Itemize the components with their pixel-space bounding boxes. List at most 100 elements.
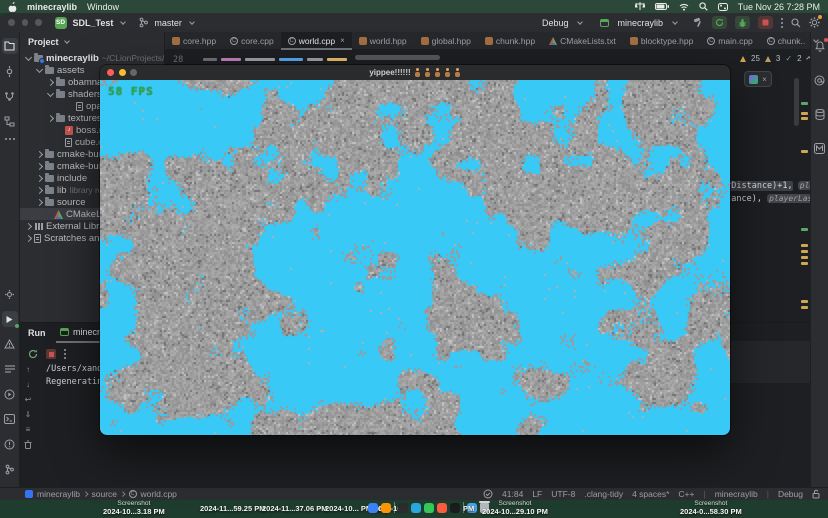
stop-button[interactable] (46, 349, 56, 359)
chevron-icon[interactable] (36, 174, 43, 181)
menubar-item-window[interactable]: Window (87, 2, 119, 12)
ai-assistant-widget[interactable]: × (744, 71, 772, 87)
stripe-mark[interactable] (801, 250, 808, 253)
lock-icon[interactable] (812, 489, 820, 499)
branch-selector[interactable]: master (154, 18, 182, 28)
battery-icon[interactable] (655, 3, 669, 10)
database-tool-icon[interactable] (812, 106, 828, 122)
resolve-context[interactable]: minecraylib (715, 489, 758, 499)
zoom-button[interactable] (130, 69, 137, 76)
breadcrumb-project[interactable]: minecraylib (37, 489, 80, 499)
stripe-mark[interactable] (801, 112, 808, 115)
control-center-icon[interactable] (718, 3, 728, 11)
balance-icon[interactable] (635, 2, 645, 11)
analysis-ok-icon[interactable] (483, 489, 493, 499)
tab-core-cpp[interactable]: C core.cpp (223, 32, 281, 50)
tab-cmakelists[interactable]: CMakeLists.txt (542, 32, 623, 50)
menubar-app-name[interactable]: minecraylib (27, 2, 77, 12)
more-actions-icon[interactable] (781, 22, 783, 24)
desktop-file-label[interactable]: Screenshot 2024-10...29.10 PM (482, 500, 548, 516)
chevron-icon[interactable] (47, 78, 54, 85)
encoding[interactable]: UTF-8 (551, 489, 575, 499)
clang-tidy[interactable]: .clang-tidy (584, 489, 623, 499)
soft-wrap-icon[interactable]: ↩ (25, 395, 32, 404)
dock-app-icon[interactable] (437, 503, 447, 513)
ai-assistant-tool-icon[interactable] (812, 72, 828, 88)
menubar-clock[interactable]: Tue Nov 26 7:28 PM (738, 2, 820, 12)
problems-tool-icon[interactable] (2, 336, 18, 352)
search-everywhere-icon[interactable] (791, 18, 801, 28)
dock-app-icon[interactable] (450, 503, 460, 513)
print-icon[interactable]: ≡ (26, 425, 31, 434)
close-icon[interactable]: × (340, 36, 345, 45)
window-zoom-button[interactable] (35, 19, 42, 26)
dock-finder-icon[interactable] (368, 503, 378, 513)
close-icon[interactable]: × (762, 75, 767, 84)
desktop-file-label[interactable]: Screenshot 2024-10...3.18 PM (103, 500, 165, 516)
commit-tool-icon[interactable] (2, 63, 18, 79)
caret-position[interactable]: 41:84 (502, 489, 523, 499)
stripe-mark[interactable] (801, 300, 808, 303)
breadcrumb-folder[interactable]: source (92, 489, 118, 499)
structure-tool-icon[interactable] (2, 113, 18, 129)
project-panel-header[interactable]: Project (20, 32, 164, 52)
rerun-button[interactable] (712, 16, 727, 29)
game-window[interactable]: yippee!!!!!! 58 FPS (100, 65, 730, 435)
stop-button[interactable] (758, 16, 773, 29)
terminal-tool-icon[interactable] (2, 411, 18, 427)
game-map-viewport[interactable] (100, 80, 730, 435)
settings-sync-icon[interactable] (2, 286, 18, 302)
notifications-tool-icon[interactable] (2, 436, 18, 452)
stripe-mark[interactable] (801, 117, 808, 120)
tab-main-cpp[interactable]: C main.cpp (700, 32, 760, 50)
dock-app-icon[interactable] (411, 503, 421, 513)
more-options-icon[interactable] (64, 353, 66, 355)
dock-app-icon[interactable] (424, 503, 434, 513)
desktop-file-label[interactable]: PM (463, 504, 474, 513)
chevron-icon[interactable] (47, 89, 54, 96)
settings-gear-icon[interactable] (809, 17, 820, 28)
dock-app-icon[interactable] (398, 503, 408, 513)
desktop-file-label[interactable]: 2024-11...37.06 PM (262, 504, 327, 513)
up-stack-trace-icon[interactable]: ↑ (26, 365, 30, 374)
breadcrumb-file[interactable]: world.cpp (141, 489, 177, 499)
build-hammer-icon[interactable] (693, 17, 704, 28)
stripe-mark[interactable] (801, 228, 808, 231)
build-mode[interactable]: Debug (778, 489, 803, 499)
minimize-button[interactable] (119, 69, 126, 76)
tab-world-hpp[interactable]: world.hpp (352, 32, 414, 50)
line-ending[interactable]: LF (532, 489, 542, 499)
stripe-mark[interactable] (801, 150, 808, 153)
tab-world-cpp[interactable]: C world.cpp × (281, 32, 352, 50)
down-stack-trace-icon[interactable]: ↓ (26, 380, 30, 389)
close-button[interactable] (107, 69, 114, 76)
chevron-icon[interactable] (47, 114, 54, 121)
debug-mode-selector[interactable]: Debug (542, 18, 569, 28)
stripe-mark[interactable] (801, 102, 808, 105)
services-tool-icon[interactable] (2, 386, 18, 402)
desktop-file-label[interactable]: Screenshot 2024-0...58.30 PM (680, 500, 742, 516)
tab-blocktype-hpp[interactable]: blocktype.hpp (623, 32, 700, 50)
stripe-mark[interactable] (801, 262, 808, 265)
window-close-button[interactable] (8, 19, 15, 26)
tab-core-hpp[interactable]: core.hpp (165, 32, 223, 50)
chevron-icon[interactable] (36, 198, 43, 205)
prev-issue-icon[interactable] (806, 56, 810, 62)
cmake-tool-icon[interactable] (812, 140, 828, 156)
git-tool-icon[interactable] (2, 461, 18, 477)
game-window-titlebar[interactable]: yippee!!!!!! (100, 65, 730, 80)
chevron-icon[interactable] (36, 150, 43, 157)
search-icon[interactable] (699, 2, 708, 11)
chevron-icon[interactable] (36, 65, 43, 72)
notifications-bell-icon[interactable] (812, 38, 828, 54)
scroll-to-end-icon[interactable]: ⇓ (25, 410, 32, 419)
inspections-widget[interactable]: 25 3 ✓ 2 (740, 54, 810, 63)
window-minimize-button[interactable] (22, 19, 29, 26)
tab-chunk-cpp[interactable]: C chunk.. (760, 32, 812, 50)
stripe-mark[interactable] (801, 244, 808, 247)
chevron-icon[interactable] (25, 234, 32, 241)
debug-bug-button[interactable] (735, 16, 750, 29)
project-tool-icon[interactable] (2, 38, 18, 54)
apple-menu-icon[interactable] (8, 2, 17, 12)
stripe-mark[interactable] (801, 256, 808, 259)
